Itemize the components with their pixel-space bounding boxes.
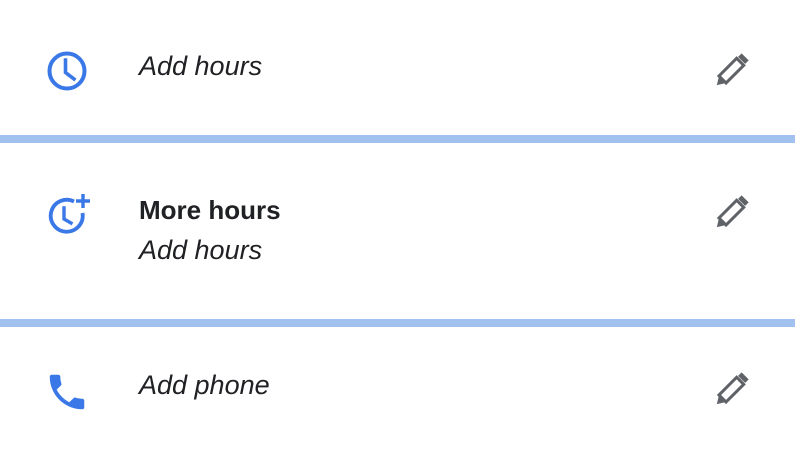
edit-phone-button[interactable] xyxy=(708,367,754,413)
pencil-icon xyxy=(716,372,749,405)
edit-hours-button[interactable] xyxy=(708,48,754,94)
add-hours-label: Add hours xyxy=(139,51,263,81)
more-hours-text: More hours Add hours xyxy=(139,193,281,267)
add-phone-label: Add phone xyxy=(139,370,270,400)
business-info-panel: Add hours More hours Add hours Add phone xyxy=(0,0,795,466)
clock-icon xyxy=(44,48,90,94)
phone-icon xyxy=(44,369,90,415)
hours-row[interactable]: Add hours xyxy=(0,0,795,135)
section-divider xyxy=(0,135,795,143)
clock-plus-icon xyxy=(44,193,90,239)
section-divider xyxy=(0,319,795,327)
phone-text: Add phone xyxy=(139,368,270,402)
hours-text: Add hours xyxy=(139,49,262,83)
pencil-icon xyxy=(716,53,749,86)
more-hours-title: More hours xyxy=(139,195,281,225)
add-hours-label: Add hours xyxy=(139,235,263,265)
phone-row[interactable]: Add phone xyxy=(0,327,795,466)
edit-more-hours-button[interactable] xyxy=(708,190,754,236)
more-hours-row[interactable]: More hours Add hours xyxy=(0,143,795,320)
pencil-icon xyxy=(716,195,749,228)
